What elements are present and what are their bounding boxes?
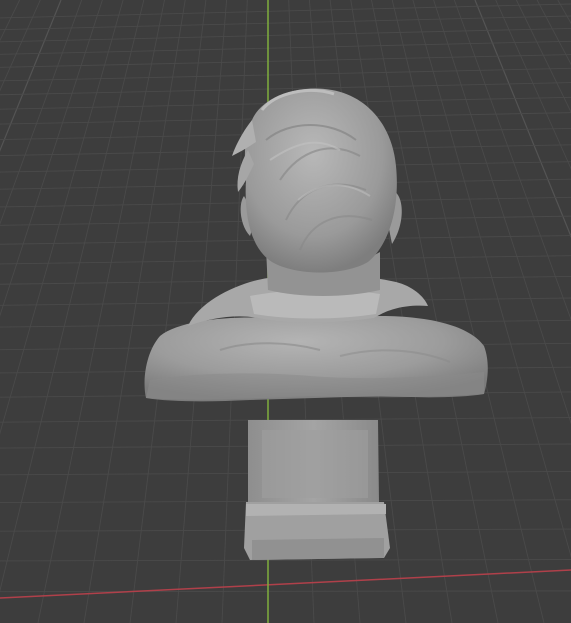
- grid-line: [0, 3, 571, 19]
- grid-line: [129, 0, 207, 623]
- grid-line: [0, 590, 571, 593]
- sculpted-bust-model[interactable]: [144, 88, 488, 560]
- grid-line: [0, 67, 571, 82]
- x-axis-line: [0, 569, 571, 599]
- 3d-viewport[interactable]: [0, 0, 571, 623]
- grid-line: [0, 82, 571, 96]
- viewport-scene[interactable]: [0, 0, 571, 623]
- grid-line: [0, 40, 571, 55]
- grid-line: [83, 0, 186, 623]
- grid-line: [0, 15, 571, 31]
- grid-line: [0, 54, 571, 68]
- grid-line: [0, 0, 21, 42]
- grid-line: [0, 27, 571, 43]
- pedestal-base: [244, 420, 390, 560]
- shoulders-shirt: [144, 316, 488, 402]
- head: [232, 88, 402, 296]
